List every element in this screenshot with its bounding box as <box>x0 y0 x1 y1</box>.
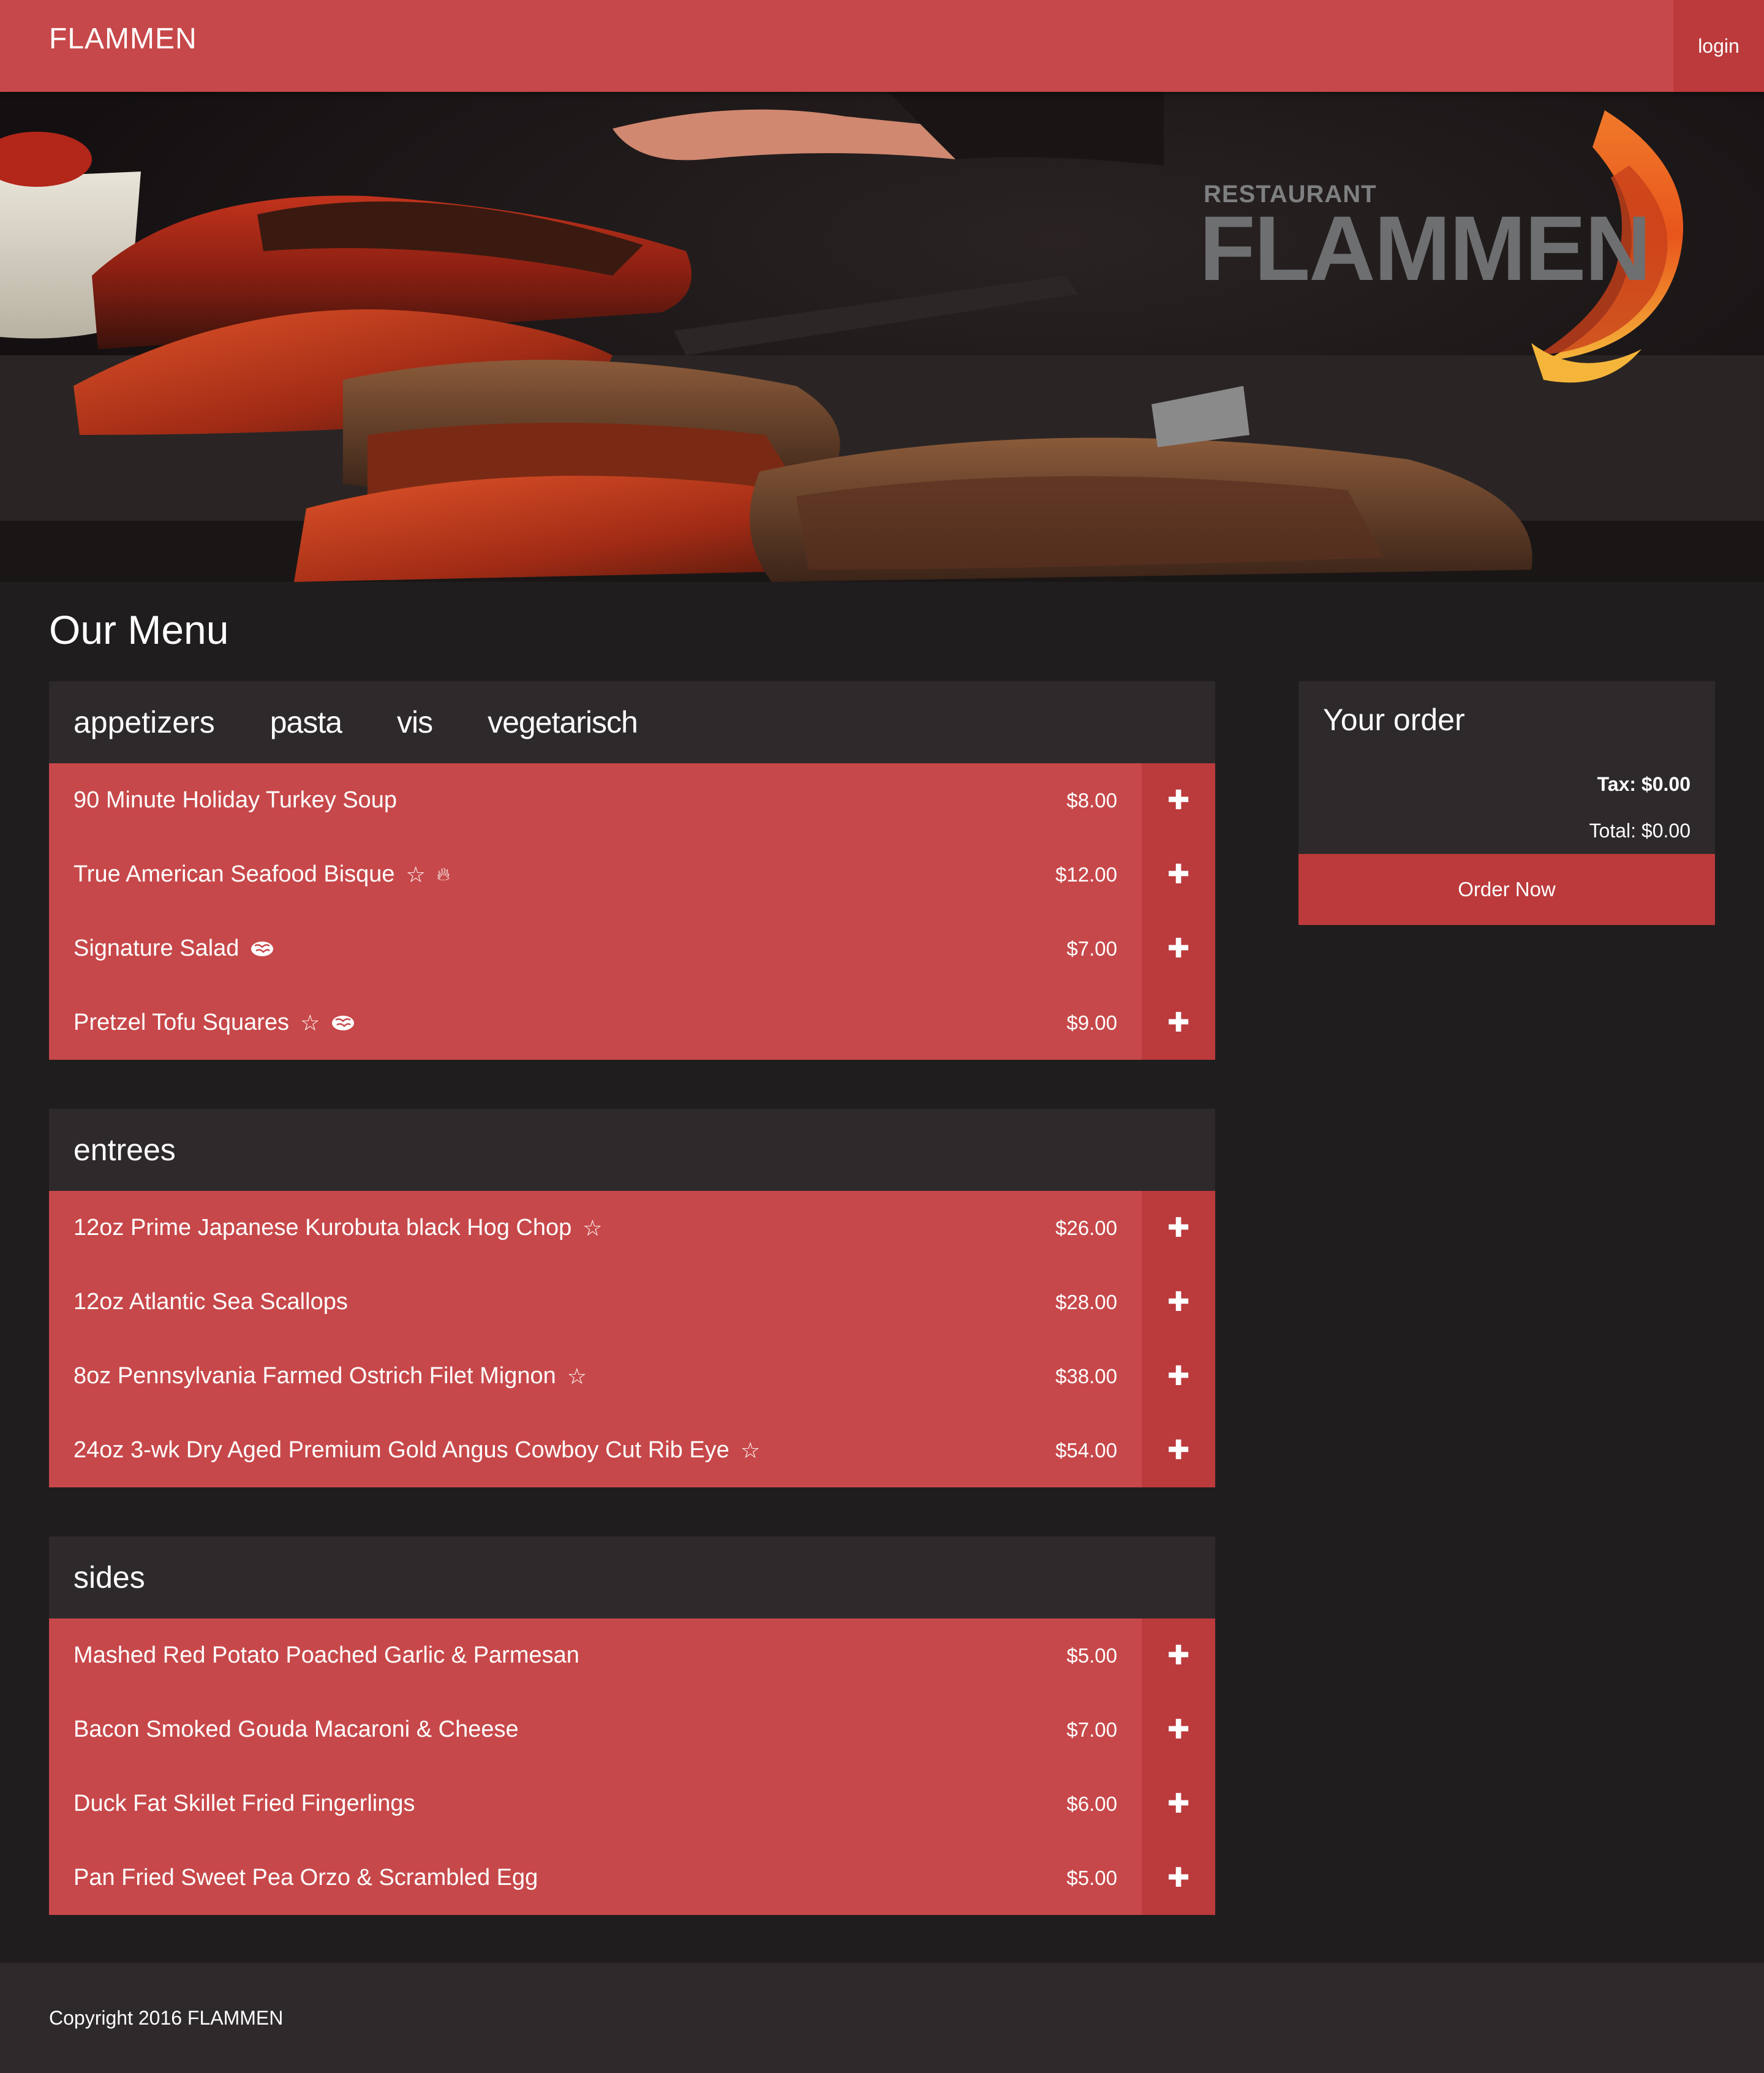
menu-item-price: $7.00 <box>1066 937 1117 960</box>
page-title: Our Menu <box>49 607 229 652</box>
menu-item-row: 24oz 3-wk Dry Aged Premium Gold Angus Co… <box>49 1413 1215 1487</box>
add-item-button[interactable]: ✚ <box>1142 837 1215 912</box>
hero-grill-image <box>0 92 1764 582</box>
star-icon: ☆ <box>567 1363 587 1389</box>
top-navbar: FLAMMEN login <box>0 0 1764 92</box>
add-item-button[interactable]: ✚ <box>1142 1413 1215 1487</box>
menu-item-price: $5.00 <box>1066 1866 1117 1889</box>
add-item-button[interactable]: ✚ <box>1142 986 1215 1060</box>
add-item-button[interactable]: ✚ <box>1142 1265 1215 1339</box>
hero-banner: RESTAURANT FLAMMEN <box>0 92 1764 582</box>
star-icon: ☆ <box>582 1215 603 1240</box>
menu-item-name: 24oz 3-wk Dry Aged Premium Gold Angus Co… <box>74 1437 761 1463</box>
menu-item-price: $54.00 <box>1055 1438 1117 1462</box>
tab-pasta[interactable]: pasta <box>270 704 342 740</box>
add-item-button[interactable]: ✚ <box>1142 1618 1215 1693</box>
footer-copyright: Copyright 2016 FLAMMEN <box>49 2007 284 2029</box>
menu-item-row: 12oz Atlantic Sea Scallops $28.00 ✚ <box>49 1265 1215 1339</box>
add-item-button[interactable]: ✚ <box>1142 1767 1215 1841</box>
section-title: sides <box>74 1560 145 1595</box>
menu-item-name: Duck Fat Skillet Fried Fingerlings <box>74 1791 415 1816</box>
menu-item-row: 8oz Pennsylvania Farmed Ostrich Filet Mi… <box>49 1339 1215 1413</box>
menu-item-price: $5.00 <box>1066 1644 1117 1667</box>
menu-item-name: 12oz Atlantic Sea Scallops <box>74 1289 348 1315</box>
menu-item-row: Pretzel Tofu Squares ☆ $9.00 ✚ <box>49 986 1215 1060</box>
flame-icon: 🔥︎ <box>436 864 450 885</box>
menu-item-row: 90 Minute Holiday Turkey Soup $8.00 ✚ <box>49 763 1215 837</box>
add-item-button[interactable]: ✚ <box>1142 912 1215 986</box>
section-title: entrees <box>74 1133 176 1167</box>
panel-header: sides <box>49 1536 1215 1618</box>
brain-icon <box>250 940 274 958</box>
entrees-panel: entrees 12oz Prime Japanese Kurobuta bla… <box>49 1109 1215 1487</box>
menu-item-price: $9.00 <box>1066 1011 1117 1034</box>
menu-item-price: $12.00 <box>1055 863 1117 886</box>
star-icon: ☆ <box>740 1437 761 1463</box>
star-icon: ☆ <box>405 861 426 887</box>
brand-logo[interactable]: FLAMMEN <box>49 22 197 56</box>
brain-icon <box>331 1014 355 1032</box>
add-item-button[interactable]: ✚ <box>1142 1693 1215 1767</box>
star-icon: ☆ <box>300 1010 320 1035</box>
add-item-button[interactable]: ✚ <box>1142 1191 1215 1265</box>
menu-item-price: $26.00 <box>1055 1216 1117 1239</box>
panel-header: entrees <box>49 1109 1215 1191</box>
menu-item-row: 12oz Prime Japanese Kurobuta black Hog C… <box>49 1191 1215 1265</box>
menu-item-name: Pretzel Tofu Squares ☆ <box>74 1010 355 1036</box>
hero-logo-title: FLAMMEN <box>1199 197 1651 300</box>
menu-item-price: $6.00 <box>1066 1792 1117 1815</box>
menu-item-price: $7.00 <box>1066 1718 1117 1741</box>
menu-item-row: Mashed Red Potato Poached Garlic & Parme… <box>49 1618 1215 1693</box>
menu-item-row: Duck Fat Skillet Fried Fingerlings $6.00… <box>49 1767 1215 1841</box>
add-item-button[interactable]: ✚ <box>1142 763 1215 837</box>
tab-appetizers[interactable]: appetizers <box>74 704 215 740</box>
menu-item-price: $8.00 <box>1066 788 1117 812</box>
menu-item-row: Bacon Smoked Gouda Macaroni & Cheese $7.… <box>49 1693 1215 1767</box>
appetizers-panel: appetizers pasta vis vegetarisch 90 Minu… <box>49 681 1215 1060</box>
order-total: Total: $0.00 <box>1589 820 1691 842</box>
menu-item-name: 90 Minute Holiday Turkey Soup <box>74 787 398 813</box>
order-summary: Your order Tax: $0.00 Total: $0.00 Order… <box>1298 681 1715 925</box>
menu-item-row: True American Seafood Bisque ☆ 🔥︎ $12.00… <box>49 837 1215 912</box>
menu-tabs: appetizers pasta vis vegetarisch <box>49 681 1215 763</box>
menu-item-row: Pan Fried Sweet Pea Orzo & Scrambled Egg… <box>49 1841 1215 1915</box>
tab-vegetarisch[interactable]: vegetarisch <box>488 704 638 740</box>
login-button[interactable]: login <box>1673 0 1764 92</box>
menu-item-name: 8oz Pennsylvania Farmed Ostrich Filet Mi… <box>74 1363 587 1389</box>
add-item-button[interactable]: ✚ <box>1142 1841 1215 1915</box>
menu-item-row: Signature Salad $7.00 ✚ <box>49 912 1215 986</box>
order-now-button[interactable]: Order Now <box>1298 854 1715 925</box>
footer: Copyright 2016 FLAMMEN <box>0 1963 1764 2073</box>
menu-item-name: Signature Salad <box>74 935 274 962</box>
menu-item-name: True American Seafood Bisque ☆ 🔥︎ <box>74 861 450 887</box>
order-tax: Tax: $0.00 <box>1597 773 1691 795</box>
menu-item-name: Pan Fried Sweet Pea Orzo & Scrambled Egg <box>74 1865 538 1890</box>
tab-vis[interactable]: vis <box>397 704 433 740</box>
menu-item-name: Bacon Smoked Gouda Macaroni & Cheese <box>74 1716 519 1742</box>
menu-item-price: $38.00 <box>1055 1364 1117 1388</box>
menu-item-name: Mashed Red Potato Poached Garlic & Parme… <box>74 1642 579 1668</box>
menu-item-price: $28.00 <box>1055 1290 1117 1313</box>
add-item-button[interactable]: ✚ <box>1142 1339 1215 1413</box>
menu-item-name: 12oz Prime Japanese Kurobuta black Hog C… <box>74 1215 603 1240</box>
order-title: Your order <box>1323 703 1465 737</box>
sides-panel: sides Mashed Red Potato Poached Garlic &… <box>49 1536 1215 1915</box>
